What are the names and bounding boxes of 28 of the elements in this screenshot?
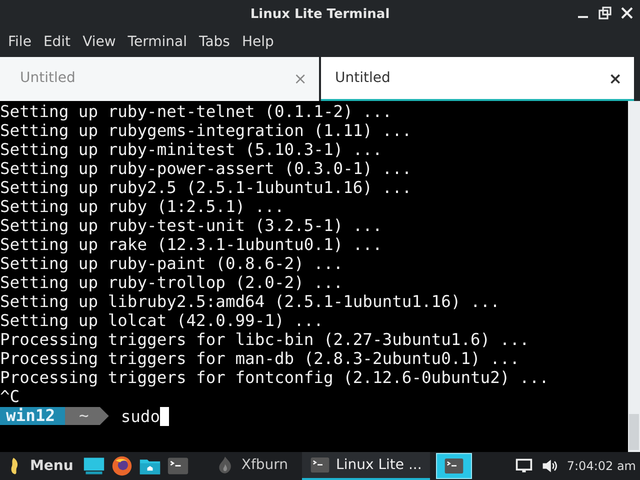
window-title: Linux Lite Terminal xyxy=(250,6,390,22)
close-icon[interactable] xyxy=(620,6,634,20)
prompt-directory: ~ xyxy=(65,407,109,425)
taskbar-button[interactable]: Linux Lite ... xyxy=(302,452,430,480)
monitor-icon[interactable] xyxy=(514,457,533,475)
menu-item[interactable]: Terminal xyxy=(122,34,193,50)
menu-button[interactable]: Menu xyxy=(4,452,78,480)
workspace-button[interactable] xyxy=(436,453,472,479)
globe-icon[interactable] xyxy=(111,455,134,477)
restore-icon[interactable] xyxy=(598,6,612,20)
text-cursor xyxy=(160,406,170,426)
terminal-icon[interactable] xyxy=(167,455,190,477)
tab-label[interactable]: Untitled xyxy=(335,70,390,86)
scrollbar[interactable] xyxy=(628,101,640,452)
taskbar-button[interactable]: Xfburn xyxy=(207,452,296,480)
clock[interactable]: 7:04:02 am xyxy=(566,459,636,473)
menu-item[interactable]: File xyxy=(2,34,38,50)
menu-item[interactable]: View xyxy=(76,34,122,50)
menu-item[interactable]: Help xyxy=(236,34,280,50)
display-icon[interactable] xyxy=(83,455,106,477)
command-input[interactable]: sudo xyxy=(120,406,160,426)
tab[interactable]: Untitled × xyxy=(321,57,634,101)
scrollbar-thumb[interactable] xyxy=(629,414,639,450)
volume-icon[interactable] xyxy=(540,457,559,475)
menu-item[interactable]: Edit xyxy=(37,34,77,50)
terminal-icon[interactable] xyxy=(310,455,330,475)
tab-close-button[interactable]: × xyxy=(608,68,622,88)
menu-item[interactable]: Tabs xyxy=(192,34,236,50)
